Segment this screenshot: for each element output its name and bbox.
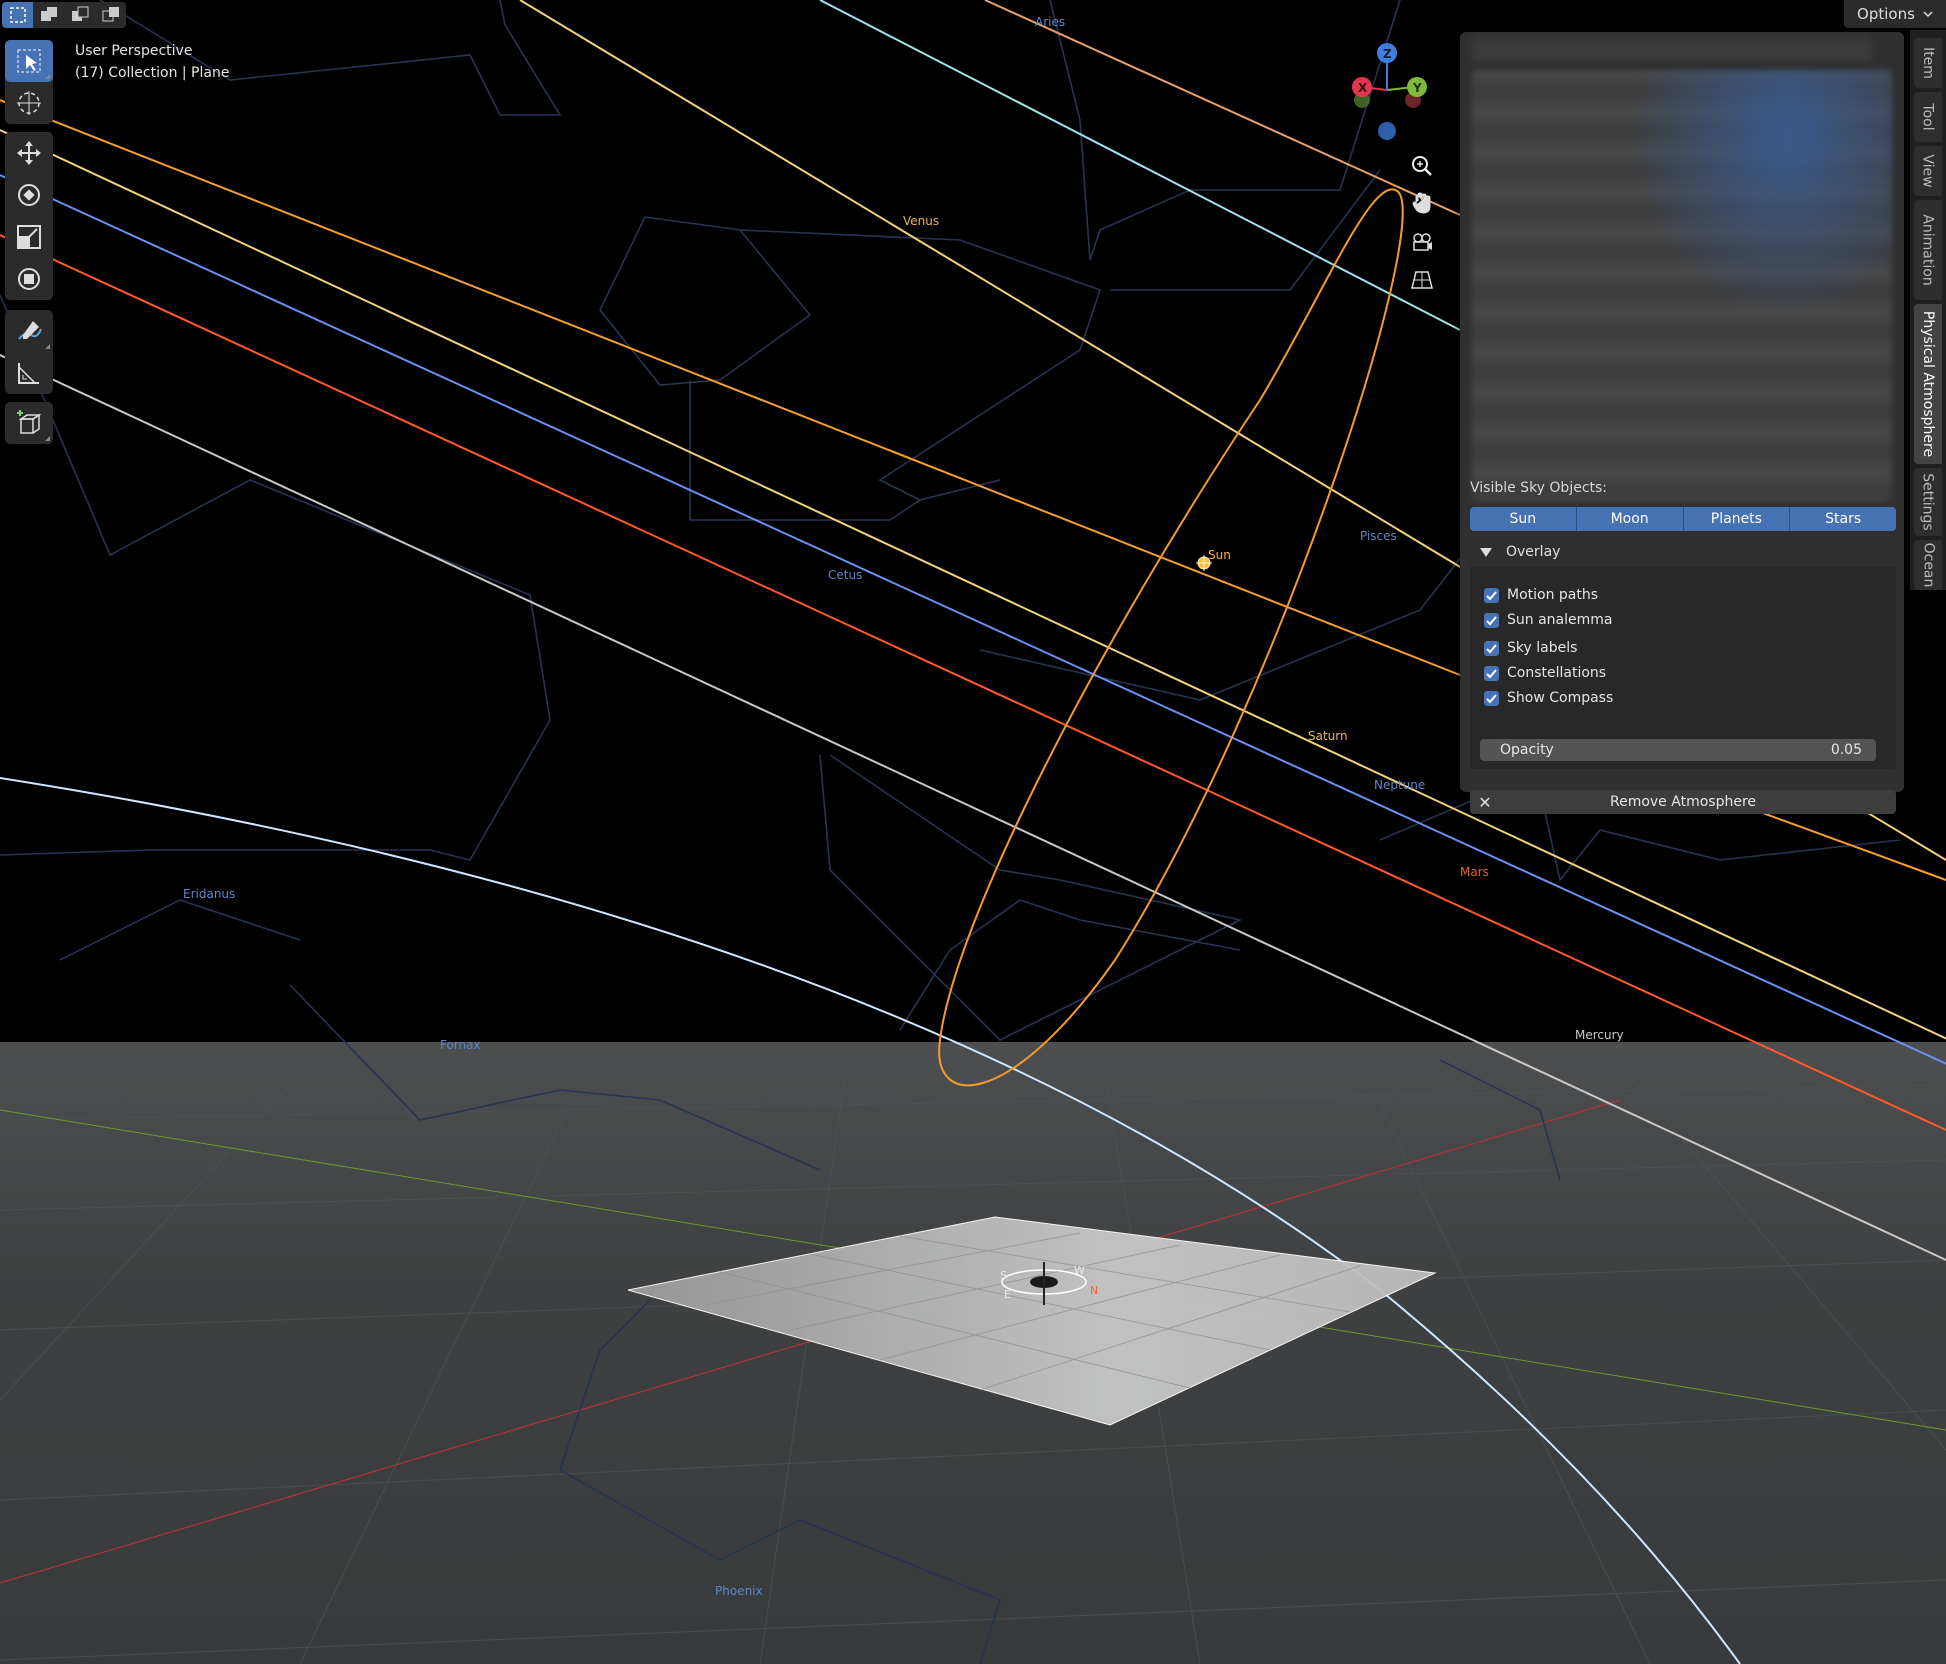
segment-planets[interactable]: Planets [1683,507,1791,531]
panel-header-blurred [1472,38,1872,60]
checkmark-icon [1484,587,1499,603]
tab-ocean[interactable]: Ocean [1914,540,1942,590]
pan-hand-icon[interactable] [1404,185,1440,221]
overlay-header[interactable]: Overlay [1470,537,1896,567]
tab-item[interactable]: Item [1914,38,1942,88]
rotate-icon[interactable] [5,174,53,216]
panel-preview-blurred [1472,70,1892,502]
compass-w: W [1074,1264,1085,1277]
select-box-invert-icon[interactable] [95,2,126,28]
select-box-icon[interactable] [5,40,53,82]
checkmark-icon [1484,612,1499,628]
remove-atmosphere-button[interactable]: ✕ Remove Atmosphere [1470,790,1896,814]
toolbar-annotate-group [5,310,53,394]
label-cetus: Cetus [828,568,862,582]
segment-stars[interactable]: Stars [1790,507,1896,531]
perspective-grid-icon[interactable] [1404,262,1440,298]
selection-mode-group[interactable] [2,2,126,28]
toolbar-add-group [5,402,53,444]
toolbar-transform-group [5,132,53,300]
sky-objects-segment: Sun Moon Planets Stars [1470,507,1896,531]
constellations-label: Constellations [1507,665,1607,681]
show-compass-label: Show Compass [1507,690,1614,706]
label-eridanus: Eridanus [183,887,235,901]
label-mars: Mars [1460,865,1489,879]
label-saturn: Saturn [1308,729,1348,743]
visible-sky-objects-label: Visible Sky Objects: [1470,480,1608,496]
checkmark-icon [1484,690,1499,706]
select-box-new-icon[interactable] [2,2,33,28]
viewport-info: User Perspective (17) Collection | Plane [75,40,229,84]
select-box-subtract-icon[interactable] [64,2,95,28]
label-sun: Sun [1208,548,1231,562]
sky-labels-label: Sky labels [1507,640,1578,656]
segment-moon[interactable]: Moon [1576,507,1684,531]
checkmark-icon [1484,640,1499,656]
label-fornax: Fornax [440,1038,481,1052]
transform-icon[interactable] [5,258,53,300]
overlay-title: Overlay [1506,544,1561,560]
sun-analemma-label: Sun analemma [1507,612,1613,628]
add-cube-icon[interactable] [5,402,53,444]
gizmo-z-label: Z [1383,47,1392,61]
tab-animation[interactable]: Animation [1914,200,1942,300]
collection-label: (17) Collection | Plane [75,65,230,81]
tab-physical-atmosphere[interactable]: Physical Atmosphere [1914,304,1942,464]
checkmark-icon [1484,665,1499,681]
scale-icon[interactable] [5,216,53,258]
label-pisces: Pisces [1360,529,1397,543]
opacity-value: 0.05 [1830,742,1862,758]
tab-settings[interactable]: Settings [1914,468,1942,536]
constellations-checkbox[interactable]: Constellations [1484,663,1606,683]
compass-s: S [1000,1269,1007,1282]
navigation-gizmo[interactable]: Z X Y [1340,35,1460,155]
label-venus: Venus [903,214,939,228]
motion-paths-label: Motion paths [1507,587,1599,603]
close-icon: ✕ [1478,792,1492,812]
tab-view[interactable]: View [1914,146,1942,196]
show-compass-checkbox[interactable]: Show Compass [1484,688,1613,708]
motion-paths-checkbox[interactable]: Motion paths [1484,585,1598,605]
sky-labels-checkbox[interactable]: Sky labels [1484,638,1577,658]
zoom-icon[interactable] [1404,148,1440,184]
move-icon[interactable] [5,132,53,174]
remove-atmosphere-label: Remove Atmosphere [1609,794,1756,810]
gizmo-y-label: Y [1412,81,1422,95]
measure-icon[interactable] [5,352,53,394]
compass-n: N [1090,1284,1098,1297]
select-box-extend-icon[interactable] [33,2,64,28]
disclosure-triangle-icon [1480,547,1492,557]
chevron-down-icon [1923,11,1933,18]
toolbar-select-group [5,40,53,124]
segment-sun[interactable]: Sun [1470,507,1577,531]
physical-atmosphere-panel: Visible Sky Objects: Sun Moon Planets St… [1460,32,1904,814]
perspective-label: User Perspective [75,43,193,59]
label-neptune: Neptune [1374,778,1425,792]
tab-tool[interactable]: Tool [1914,92,1942,142]
camera-view-icon[interactable] [1404,224,1440,260]
gizmo-x-label: X [1358,81,1368,95]
cursor-icon[interactable] [5,82,53,124]
options-dropdown[interactable]: Options [1844,0,1946,28]
label-mercury: Mercury [1575,1028,1624,1042]
compass-e: E [1004,1288,1011,1301]
sun-analemma-checkbox[interactable]: Sun analemma [1484,610,1612,630]
opacity-label: Opacity [1500,742,1554,758]
label-phoenix: Phoenix [715,1584,763,1598]
annotate-icon[interactable] [5,310,53,352]
options-label: Options [1857,5,1915,23]
opacity-slider[interactable]: Opacity 0.05 [1480,739,1876,761]
label-aries: Aries [1035,15,1065,29]
sidebar-tabs: Item Tool View Animation Physical Atmosp… [1910,30,1946,590]
